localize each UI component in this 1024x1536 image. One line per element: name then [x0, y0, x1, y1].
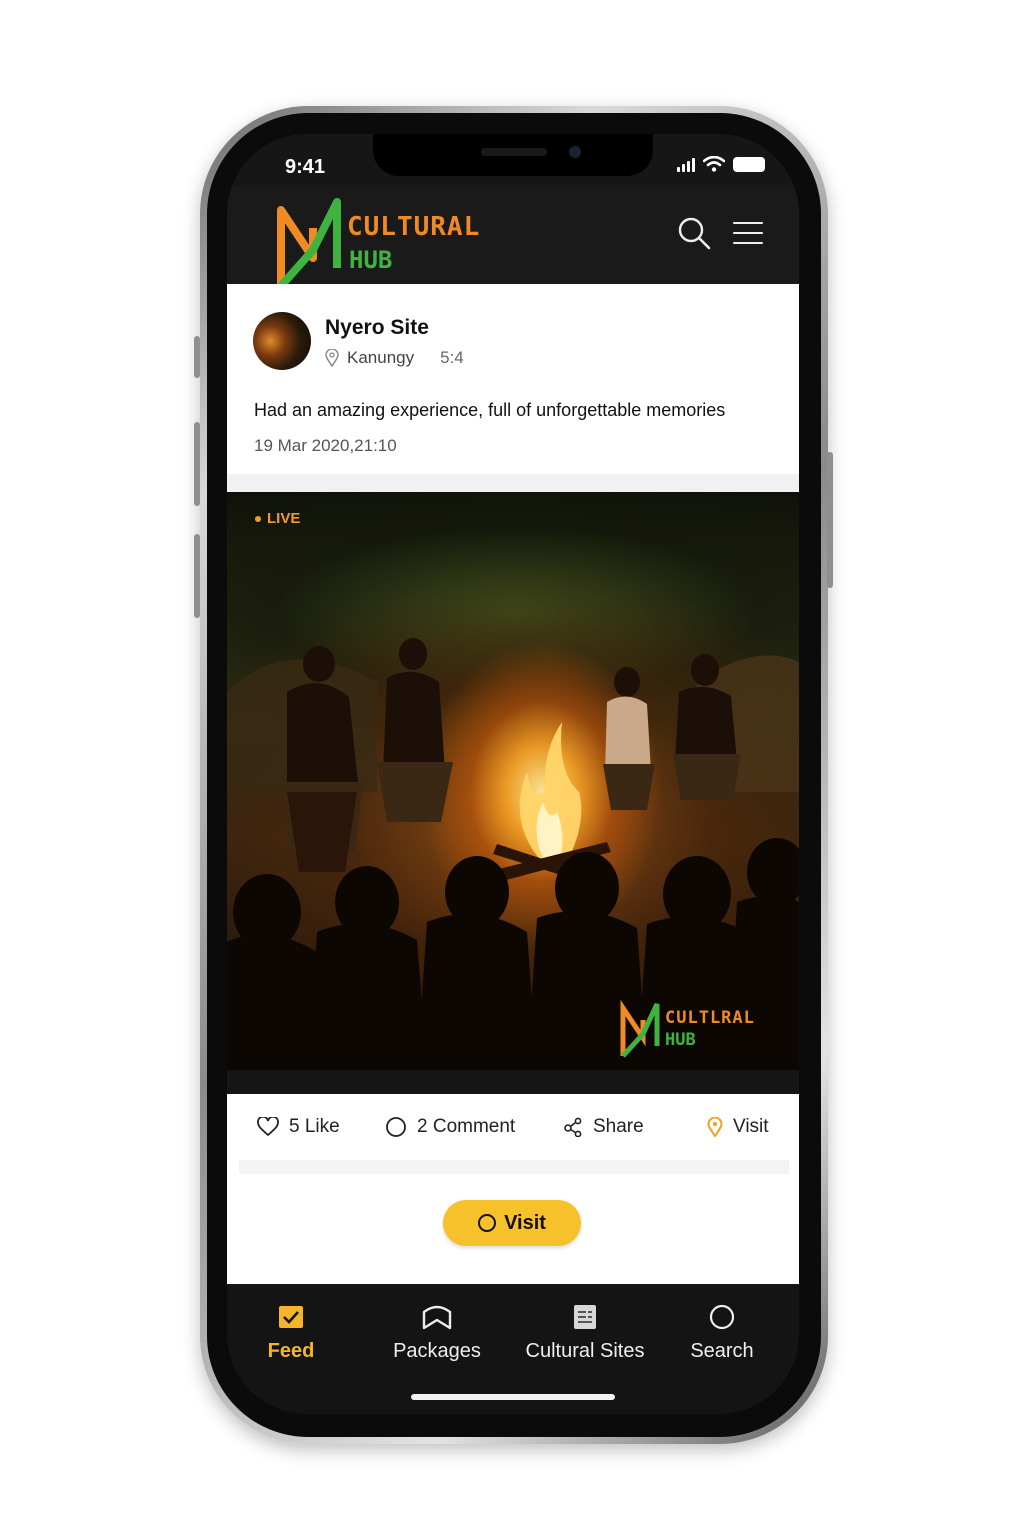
hamburger-menu-icon[interactable]: [733, 222, 763, 244]
like-action[interactable]: 5 Like: [257, 1116, 340, 1138]
post-title[interactable]: Nyero Site: [325, 316, 429, 340]
avatar[interactable]: [253, 312, 311, 370]
volume-up-button: [194, 422, 200, 506]
app-header: CULTURAL HUB: [227, 186, 799, 289]
comment-label: 2 Comment: [417, 1116, 516, 1137]
post-actions-card: 5 Like 2 Comment Share Visit Visit: [227, 1094, 799, 1284]
location-pin-icon: [325, 349, 339, 367]
share-icon: [564, 1117, 582, 1137]
visit-button-label: Visit: [504, 1211, 546, 1234]
watermark-logo-icon: [620, 1000, 660, 1058]
live-dot-icon: [255, 515, 261, 522]
post-header-card: Nyero Site Kanungy 5:4 Had an amazing ex…: [227, 284, 799, 474]
nav-item-cultural-sites[interactable]: Cultural Sites: [519, 1304, 651, 1363]
like-label: 5 Like: [289, 1116, 340, 1137]
divider: [239, 1160, 789, 1174]
share-label: Share: [593, 1116, 644, 1137]
notch: [373, 134, 653, 176]
visit-action[interactable]: Visit: [707, 1116, 769, 1138]
location-pin-icon: [707, 1117, 723, 1137]
home-indicator[interactable]: [411, 1394, 615, 1400]
brand-line2: HUB: [349, 246, 393, 274]
watermark-line1: CULTLRAL: [665, 1008, 755, 1028]
fire-dance-scene-illustration: [227, 638, 799, 1070]
visit-button[interactable]: Visit: [443, 1200, 581, 1246]
share-action[interactable]: Share: [563, 1116, 644, 1138]
visit-ring-icon: [478, 1214, 497, 1232]
watermark-line2: HUB: [665, 1030, 696, 1050]
nav-label-search: Search: [690, 1340, 754, 1362]
status-icons: [677, 156, 765, 172]
heart-icon: [257, 1117, 279, 1137]
post-photo[interactable]: LIVE CULTLRAL HUB: [227, 492, 799, 1070]
visit-label: Visit: [733, 1116, 769, 1137]
feed-icon: [279, 1306, 303, 1328]
post-location-row: Kanungy 5:4: [325, 348, 464, 368]
nav-label-cultural-sites: Cultural Sites: [525, 1340, 645, 1362]
nav-item-feed[interactable]: Feed: [265, 1304, 317, 1363]
comment-icon: [386, 1117, 406, 1137]
phone-screen: 9:41 CULTURAL HUB Nyero Site Kanungy 5:4…: [227, 134, 799, 1414]
nav-item-packages[interactable]: Packages: [387, 1304, 487, 1363]
live-badge: LIVE: [255, 510, 300, 527]
wifi-icon: [703, 156, 725, 172]
location-name: Kanungy: [347, 348, 415, 367]
nav-item-search[interactable]: Search: [687, 1304, 757, 1363]
divider: [227, 474, 799, 492]
status-time: 9:41: [285, 156, 326, 178]
cellular-signal-icon: [677, 158, 695, 172]
search-icon: [709, 1304, 735, 1330]
cultural-sites-icon: [574, 1305, 596, 1329]
battery-icon: [733, 157, 765, 172]
location-distance: 5:4: [440, 348, 464, 367]
divider: [227, 1070, 799, 1094]
front-camera: [569, 146, 581, 158]
earpiece-speaker: [481, 148, 547, 156]
nav-label-packages: Packages: [393, 1340, 481, 1362]
brand-line1: CULTURAL: [347, 212, 481, 242]
cultural-hub-logo-icon: [277, 198, 341, 289]
packages-icon: [422, 1305, 452, 1330]
post-text: Had an amazing experience, full of unfor…: [254, 400, 726, 420]
comment-action[interactable]: 2 Comment: [385, 1116, 515, 1138]
volume-down-button: [194, 534, 200, 618]
power-button: [827, 452, 833, 588]
post-date: 19 Mar 2020,21:10: [254, 436, 397, 455]
nav-label-feed: Feed: [267, 1340, 315, 1362]
live-label: LIVE: [267, 510, 301, 527]
search-icon[interactable]: [677, 216, 711, 250]
mute-switch: [194, 336, 200, 378]
